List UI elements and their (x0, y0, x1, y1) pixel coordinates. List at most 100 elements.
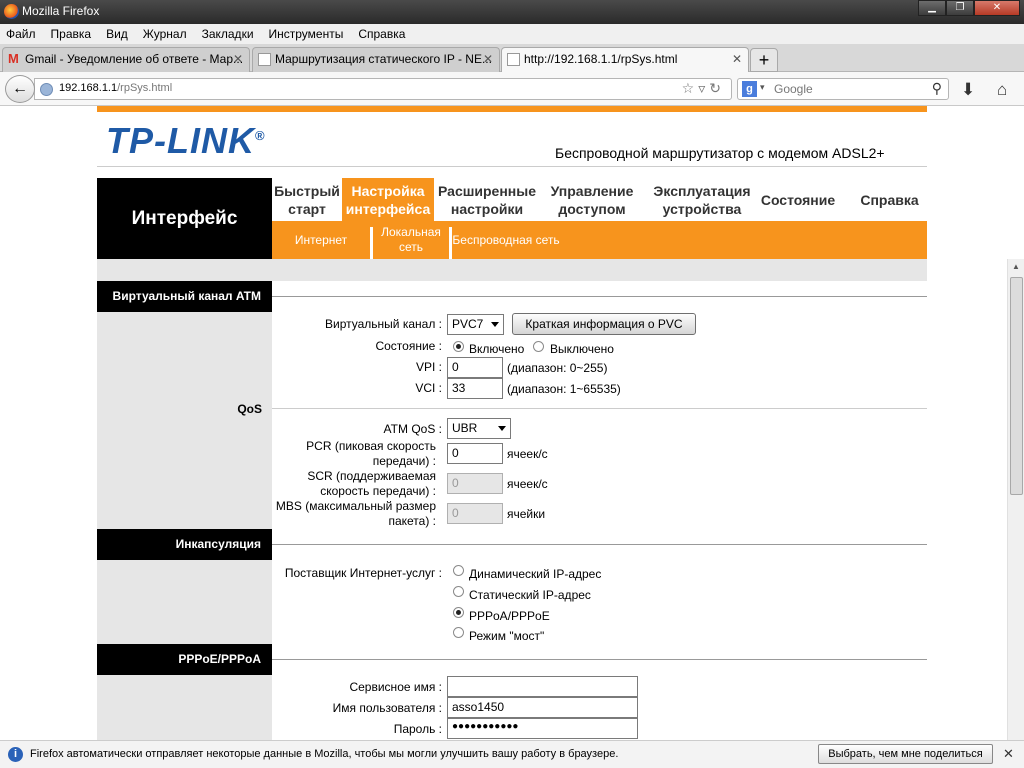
menu-help[interactable]: Справка (358, 27, 405, 41)
state-on-radio[interactable] (453, 341, 464, 352)
service-label: Сервисное имя : (349, 680, 442, 694)
page-icon (507, 53, 520, 66)
section-divider (272, 408, 927, 409)
menu-bookmarks[interactable]: Закладки (202, 27, 254, 41)
menu-edit[interactable]: Правка (51, 27, 92, 41)
download-icon[interactable]: ⬇ (961, 80, 975, 100)
dropdown-icon[interactable]: ▿ (698, 80, 709, 96)
menu-bar: Файл Правка Вид Журнал Закладки Инструме… (0, 24, 1024, 44)
window-controls: ▁ ❐ ✕ (918, 0, 1020, 16)
nav-quick-start[interactable]: Быстрый старт (272, 178, 342, 221)
vpi-hint: (диапазон: 0~255) (507, 361, 608, 375)
vci-input[interactable]: 33 (447, 378, 503, 399)
pcr-label: PCR (пиковая скорость передачи) : (306, 439, 436, 468)
back-button[interactable]: ← (5, 75, 35, 103)
qos-side-label: QoS (237, 402, 262, 416)
tab-label: Маршрутизация статического IP - NE... (275, 52, 492, 66)
reload-icon[interactable]: ↻ (709, 80, 725, 96)
pvc-summary-button[interactable]: Краткая информация о PVC (512, 313, 696, 335)
orange-top-line (97, 106, 927, 112)
url-bar[interactable]: 192.168.1.1/rpSys.html ☆▿↻ (34, 78, 732, 100)
tab-router-page[interactable]: http://192.168.1.1/rpSys.html ✕ (501, 47, 749, 73)
home-icon[interactable]: ⌂ (997, 80, 1007, 100)
close-icon[interactable]: ✕ (1003, 746, 1014, 762)
tab-static-routing[interactable]: Маршрутизация статического IP - NE... ✕ (252, 47, 500, 72)
search-icon[interactable]: ⚲ (932, 80, 942, 97)
subnav-internet[interactable]: Интернет (272, 221, 370, 259)
scr-input[interactable]: 0 (447, 473, 503, 494)
info-icon: i (8, 747, 23, 762)
tplink-logo: TP-LINK® (106, 120, 266, 161)
close-tab-icon[interactable]: ✕ (483, 52, 493, 66)
state-off-text: Выключено (550, 342, 614, 356)
atm-section-header: Виртуальный канал ATM (97, 281, 272, 312)
isp-pppoe-text: PPPoA/PPPoE (469, 609, 550, 623)
router-page: TP-LINK® Беспроводной маршрутизатор с мо… (0, 106, 1007, 740)
vc-label: Виртуальный канал : (325, 317, 442, 331)
mbs-unit: ячейки (507, 507, 546, 521)
page-icon (258, 53, 271, 66)
username-input[interactable]: asso1450 (447, 697, 638, 718)
close-tab-icon[interactable]: ✕ (233, 52, 243, 66)
isp-static-radio[interactable] (453, 586, 464, 597)
menu-view[interactable]: Вид (106, 27, 128, 41)
nav-help[interactable]: Справка (852, 178, 927, 221)
encap-section-header: Инкапсуляция (97, 529, 272, 560)
nav-access-management[interactable]: Управление доступом (540, 178, 644, 221)
nav-maintenance[interactable]: Эксплуатация устройства (644, 178, 760, 221)
subnav-lan[interactable]: Локальная сеть (373, 221, 449, 259)
pcr-input[interactable]: 0 (447, 443, 503, 464)
gray-band (97, 259, 927, 281)
section-divider (272, 659, 927, 660)
nav-status[interactable]: Состояние (760, 178, 836, 221)
close-window-button[interactable]: ✕ (974, 0, 1020, 16)
pcr-unit: ячеек/с (507, 447, 548, 461)
page-scrollbar[interactable]: ▲ (1007, 259, 1024, 742)
menu-history[interactable]: Журнал (143, 27, 187, 41)
maximize-button[interactable]: ❐ (946, 0, 974, 16)
isp-dynamic-radio[interactable] (453, 565, 464, 576)
menu-file[interactable]: Файл (6, 27, 36, 41)
scroll-up-icon[interactable]: ▲ (1012, 262, 1020, 271)
state-on-text: Включено (469, 342, 525, 356)
nav-advanced[interactable]: Расширенные настройки (434, 178, 540, 221)
chevron-down-icon (491, 322, 499, 327)
state-off-radio[interactable] (533, 341, 544, 352)
isp-bridge-radio[interactable] (453, 627, 464, 638)
new-tab-button[interactable]: + (750, 48, 778, 72)
atm-qos-value: UBR (452, 421, 478, 435)
password-input[interactable]: ●●●●●●●●●●● (447, 718, 638, 739)
bookmark-star-icon[interactable]: ☆ (682, 80, 699, 96)
scrollbar-thumb[interactable] (1010, 277, 1023, 495)
tab-bar: M Gmail - Уведомление об ответе - Мар...… (0, 44, 1024, 73)
close-tab-icon[interactable]: ✕ (732, 52, 742, 66)
isp-pppoe-radio[interactable] (453, 607, 464, 618)
search-placeholder: Google (774, 82, 813, 96)
minimize-button[interactable]: ▁ (918, 0, 946, 16)
tab-label: Gmail - Уведомление об ответе - Мар... (25, 52, 244, 66)
mbs-input[interactable]: 0 (447, 503, 503, 524)
chevron-down-icon[interactable]: ▾ (760, 82, 765, 93)
menu-tools[interactable]: Инструменты (269, 27, 344, 41)
search-input[interactable]: g ▾ Google ⚲ (737, 78, 949, 100)
gmail-icon: M (8, 51, 19, 66)
tab-gmail[interactable]: M Gmail - Уведомление об ответе - Мар...… (2, 47, 250, 72)
vc-select[interactable]: PVC7 (447, 314, 504, 335)
service-input[interactable] (447, 676, 638, 697)
url-path: /rpSys.html (117, 82, 173, 94)
scr-unit: ячеек/с (507, 477, 548, 491)
navigation-bar: 192.168.1.1/rpSys.html ☆▿↻ ← g ▾ Google … (0, 72, 1024, 106)
vci-hint: (диапазон: 1~65535) (507, 382, 621, 396)
isp-bridge-text: Режим "мост" (469, 629, 545, 643)
password-label: Пароль : (393, 722, 442, 736)
section-divider (272, 544, 927, 545)
vpi-input[interactable]: 0 (447, 357, 503, 378)
choose-data-button[interactable]: Выбрать, чем мне поделиться (818, 744, 993, 764)
isp-dynamic-text: Динамический IP-адрес (469, 567, 602, 581)
section-title: Интерфейс (97, 178, 272, 259)
nav-interface-setup[interactable]: Настройка интерфейса (342, 178, 434, 221)
notification-bar: i Firefox автоматически отправляет некот… (0, 740, 1024, 768)
sub-nav: Интернет Локальная сеть Беспроводная сет… (272, 221, 927, 259)
subnav-wireless[interactable]: Беспроводная сеть (452, 221, 560, 259)
atm-qos-select[interactable]: UBR (447, 418, 511, 439)
